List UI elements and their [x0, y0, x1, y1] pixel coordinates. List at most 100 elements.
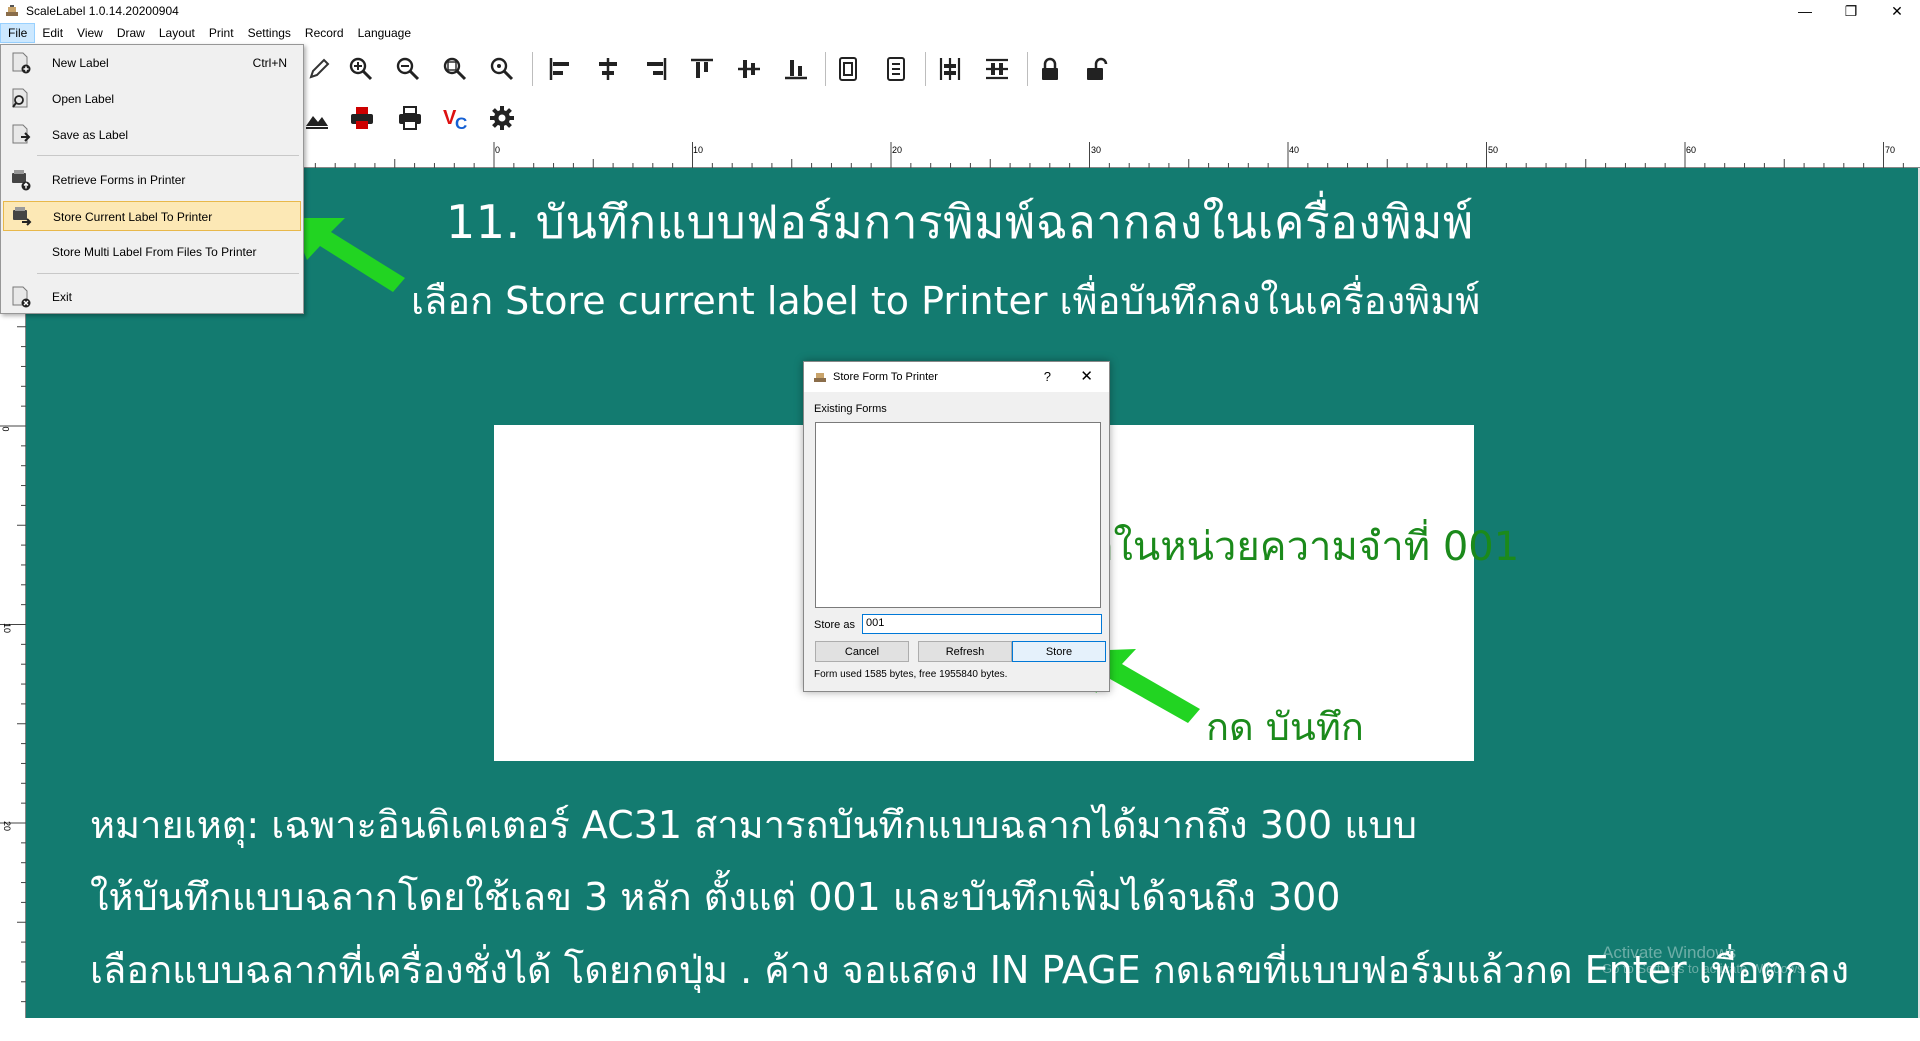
align-center-h-button[interactable] [591, 52, 625, 86]
slide-headline: 11. บันทึกแบบฟอร์มการพิมพ์ฉลากลงในเครื่อ… [446, 195, 1474, 249]
menu-item-label: Store Multi Label From Files To Printer [52, 245, 257, 259]
menu-separator [37, 155, 299, 156]
store-form-dialog: Store Form To Printer ? ✕ Existing Forms… [803, 361, 1110, 692]
menu-draw[interactable]: Draw [110, 23, 152, 43]
save-document-icon [12, 124, 31, 144]
same-height-icon [887, 57, 905, 81]
menu-item-exit[interactable]: Exit [3, 282, 301, 312]
exit-icon [12, 286, 31, 308]
lock-icon [1042, 57, 1058, 80]
align-left-button[interactable] [543, 52, 577, 86]
print-button[interactable] [393, 101, 427, 135]
app-window: ScaleLabel 1.0.14.20200904 — ❐ ✕ File Ed… [0, 0, 1920, 1041]
menu-settings[interactable]: Settings [241, 23, 298, 43]
existing-forms-list[interactable] [815, 422, 1101, 608]
existing-forms-label: Existing Forms [814, 403, 887, 415]
print-preview-button[interactable] [345, 101, 379, 135]
menu-item-label: Store Current Label To Printer [53, 210, 213, 224]
refresh-button[interactable]: Refresh [918, 641, 1012, 662]
distribute-v-button[interactable] [980, 52, 1014, 86]
menu-print[interactable]: Print [202, 23, 241, 43]
restore-button[interactable]: ❐ [1828, 0, 1874, 22]
gear-icon [490, 106, 514, 130]
menu-layout[interactable]: Layout [152, 23, 202, 43]
menu-edit[interactable]: Edit [35, 23, 70, 43]
align-bottom-button[interactable] [779, 52, 813, 86]
cancel-button[interactable]: Cancel [815, 641, 909, 662]
menu-file[interactable]: File [0, 23, 36, 43]
printer-icon [399, 106, 421, 130]
ruler-label: 50 [1488, 145, 1499, 155]
printer-retrieve-icon [12, 170, 31, 191]
svg-text:C: C [455, 114, 467, 132]
vc-button[interactable]: VC [439, 101, 473, 135]
close-window-button[interactable]: ✕ [1874, 0, 1920, 22]
menu-item-store-multi-label[interactable]: Store Multi Label From Files To Printer [3, 237, 301, 267]
dialog-title: Store Form To Printer [833, 371, 938, 383]
note-line-2: ให้บันทึกแบบฉลากโดยใช้เลข 3 หลัก ตั้งแต่… [90, 875, 1341, 919]
toolbar-separator [925, 52, 926, 86]
help-button[interactable]: ? [1044, 369, 1051, 384]
align-top-button[interactable] [685, 52, 719, 86]
slide-subline: เลือก Store current label to Printer เพื… [411, 279, 1481, 323]
vc-logo-icon: VC [443, 107, 467, 132]
watermark-line-2: Go to Settings to activate Windows. [1602, 961, 1808, 976]
same-height-button[interactable] [879, 52, 913, 86]
menu-bar: File Edit View Draw Layout Print Setting… [0, 22, 1920, 44]
scale-icon [814, 373, 826, 382]
unlock-button[interactable] [1080, 52, 1114, 86]
menu-separator [37, 273, 299, 274]
menu-record[interactable]: Record [298, 23, 351, 43]
same-width-button[interactable] [831, 52, 865, 86]
same-width-icon [839, 57, 857, 81]
ruler-label: 10 [693, 145, 704, 155]
align-left-icon [549, 58, 569, 80]
menu-item-new-label[interactable]: New Label Ctrl+N [3, 48, 301, 78]
align-top-icon [691, 58, 713, 78]
menu-item-store-current-label[interactable]: Store Current Label To Printer [3, 201, 301, 231]
settings-button[interactable] [485, 101, 519, 135]
activate-windows-watermark: Activate Windows Go to Settings to activ… [1602, 943, 1808, 977]
open-search-icon [12, 88, 28, 108]
menu-item-save-as-label[interactable]: Save as Label [3, 120, 301, 150]
menu-item-label: Retrieve Forms in Printer [52, 173, 186, 187]
zoom-in-button[interactable] [344, 52, 378, 86]
menu-language[interactable]: Language [351, 23, 418, 43]
store-as-input[interactable]: 001 [862, 614, 1102, 634]
distribute-h-button[interactable] [933, 52, 967, 86]
minimize-button[interactable]: — [1782, 0, 1828, 22]
watermark-line-1: Activate Windows [1602, 943, 1737, 962]
dialog-title-bar: Store Form To Printer ? ✕ [804, 362, 1109, 392]
toolbar-separator [1027, 52, 1028, 86]
zoom-actual-button[interactable] [485, 52, 519, 86]
store-button[interactable]: Store [1012, 641, 1106, 662]
ruler-label: 20 [892, 145, 903, 155]
ruler-label: 70 [1885, 145, 1896, 155]
menu-item-retrieve-forms[interactable]: Retrieve Forms in Printer [3, 165, 301, 195]
dialog-close-button[interactable]: ✕ [1080, 367, 1093, 385]
menu-item-open-label[interactable]: Open Label [3, 84, 301, 114]
ruler-label: 20 [2, 820, 13, 832]
zoom-fit-button[interactable] [438, 52, 472, 86]
ruler-label: 40 [1289, 145, 1300, 155]
insert-image-button[interactable] [300, 101, 334, 135]
window-title: ScaleLabel 1.0.14.20200904 [26, 4, 179, 18]
title-bar: ScaleLabel 1.0.14.20200904 — ❐ ✕ [0, 0, 1920, 22]
app-icon [6, 5, 18, 16]
file-menu-dropdown: New Label Ctrl+N Open Label Save as Labe… [0, 44, 304, 314]
zoom-actual-icon [490, 57, 514, 81]
note-line-3: เลือกแบบฉลากที่เครื่องชั่งได้ โดยกดปุ่ม … [90, 948, 1850, 992]
align-middle-v-button[interactable] [732, 52, 766, 86]
menu-item-label: Exit [52, 290, 73, 304]
menu-view[interactable]: View [70, 23, 110, 43]
pen-tool-button[interactable] [302, 52, 336, 86]
lock-button[interactable] [1033, 52, 1067, 86]
menu-item-shortcut: Ctrl+N [252, 56, 287, 70]
store-as-label: Store as [814, 619, 855, 631]
menu-item-label: New Label [52, 56, 109, 70]
align-right-button[interactable] [639, 52, 673, 86]
ruler-label: 0 [495, 145, 501, 155]
note-line-1: หมายเหตุ: เฉพาะอินดิเคเตอร์ AC31 สามารถบ… [90, 803, 1418, 847]
callout-press-store: กด บันทึก [1206, 705, 1364, 749]
zoom-out-button[interactable] [391, 52, 425, 86]
